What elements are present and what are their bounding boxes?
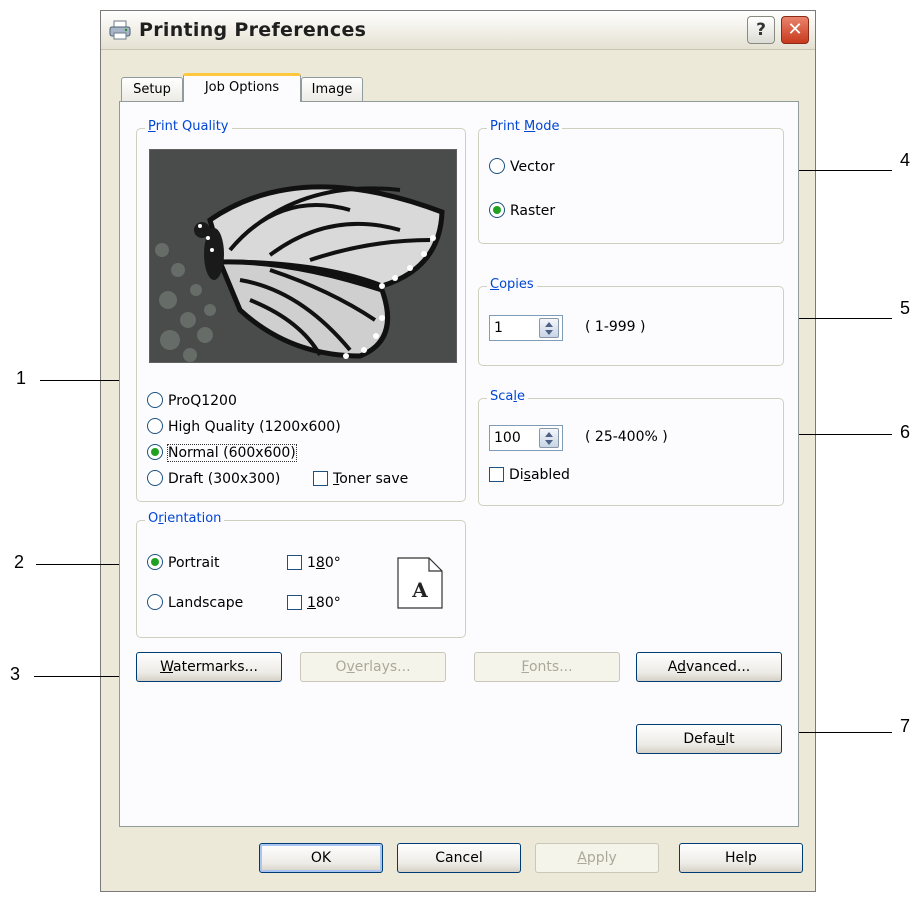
fonts-button[interactable]: Fonts... (474, 652, 620, 682)
copies-group: Copies 1 ( 1-999 ) (478, 277, 784, 366)
radio-icon (147, 418, 163, 434)
checkbox-icon (287, 555, 302, 570)
callout-5: 5 (900, 298, 911, 318)
svg-text:A: A (411, 578, 428, 602)
checkbox-icon (287, 595, 302, 610)
radio-icon (147, 392, 163, 408)
radio-icon (147, 470, 163, 486)
window-title: Printing Preferences (139, 19, 367, 41)
tab-job-options[interactable]: Job Options (183, 73, 301, 102)
scale-group: Scale 100 ( 25-400% ) Disabled (478, 389, 784, 506)
printer-icon (109, 20, 131, 40)
scale-label: Scale (487, 389, 528, 404)
print-mode-raster-radio[interactable]: Raster (489, 201, 555, 221)
help-title-button[interactable]: ? (747, 16, 775, 44)
callout-4: 4 (900, 150, 911, 170)
radio-selected-icon (489, 202, 505, 218)
butterfly-preview-image (149, 149, 457, 363)
apply-button[interactable]: Apply (535, 843, 659, 873)
title-bar[interactable]: Printing Preferences ? ✕ (101, 11, 815, 50)
quality-option-high[interactable]: High Quality (1200x600) (147, 417, 341, 437)
callout-2: 2 (14, 552, 25, 572)
quality-option-normal[interactable]: Normal (600x600) (147, 443, 297, 463)
callout-7: 7 (900, 716, 911, 736)
print-mode-vector-radio[interactable]: Vector (489, 157, 555, 177)
quality-option-draft[interactable]: Draft (300x300) (147, 469, 280, 489)
radio-icon (147, 594, 163, 610)
radio-selected-icon (147, 444, 163, 460)
default-button[interactable]: Default (636, 724, 782, 754)
tab-setup[interactable]: Setup (121, 77, 183, 101)
advanced-button[interactable]: Advanced... (636, 652, 782, 682)
cancel-button[interactable]: Cancel (397, 843, 521, 873)
document-icon: A (397, 557, 443, 609)
print-quality-group: Print Quality ProQ1200 High Quality (120… (136, 119, 466, 502)
orientation-portrait-radio[interactable]: Portrait (147, 553, 219, 573)
checkbox-icon (313, 471, 328, 486)
callout-3: 3 (10, 664, 21, 684)
help-button[interactable]: Help (679, 843, 803, 873)
radio-selected-icon (147, 554, 163, 570)
spin-arrows-icon[interactable] (539, 318, 559, 338)
print-quality-label: Print Quality (145, 119, 232, 134)
printing-preferences-dialog: Printing Preferences ? ✕ Setup Job Optio… (100, 10, 816, 892)
watermarks-button[interactable]: Watermarks... (136, 652, 282, 682)
job-options-panel: Print Quality ProQ1200 High Quality (120… (119, 101, 799, 827)
print-mode-group: Print Mode Vector Raster (478, 119, 784, 244)
radio-icon (489, 158, 505, 174)
copies-range: ( 1-999 ) (585, 319, 646, 335)
scale-disabled-checkbox[interactable]: Disabled (489, 465, 570, 485)
orientation-group: Orientation Portrait Landscape 180° 180°… (136, 511, 466, 638)
print-mode-label: Print Mode (487, 119, 563, 134)
quality-option-proq1200[interactable]: ProQ1200 (147, 391, 237, 411)
tab-image[interactable]: Image (301, 77, 363, 101)
close-button[interactable]: ✕ (781, 16, 809, 44)
toner-save-checkbox[interactable]: Toner save (313, 469, 408, 489)
checkbox-icon (489, 467, 504, 482)
scale-range: ( 25-400% ) (585, 429, 668, 445)
copies-stepper[interactable]: 1 (489, 315, 563, 341)
copies-label: Copies (487, 277, 537, 292)
overlays-button[interactable]: Overlays... (300, 652, 446, 682)
spin-arrows-icon[interactable] (539, 428, 559, 448)
orientation-landscape-radio[interactable]: Landscape (147, 593, 243, 613)
orientation-label: Orientation (145, 511, 225, 526)
callout-1: 1 (16, 368, 27, 388)
rotate-180-portrait-checkbox[interactable]: 180° (287, 553, 341, 573)
rotate-180-landscape-checkbox[interactable]: 180° (287, 593, 341, 613)
scale-stepper[interactable]: 100 (489, 425, 563, 451)
ok-button[interactable]: OK (259, 843, 383, 873)
callout-6: 6 (900, 422, 911, 442)
